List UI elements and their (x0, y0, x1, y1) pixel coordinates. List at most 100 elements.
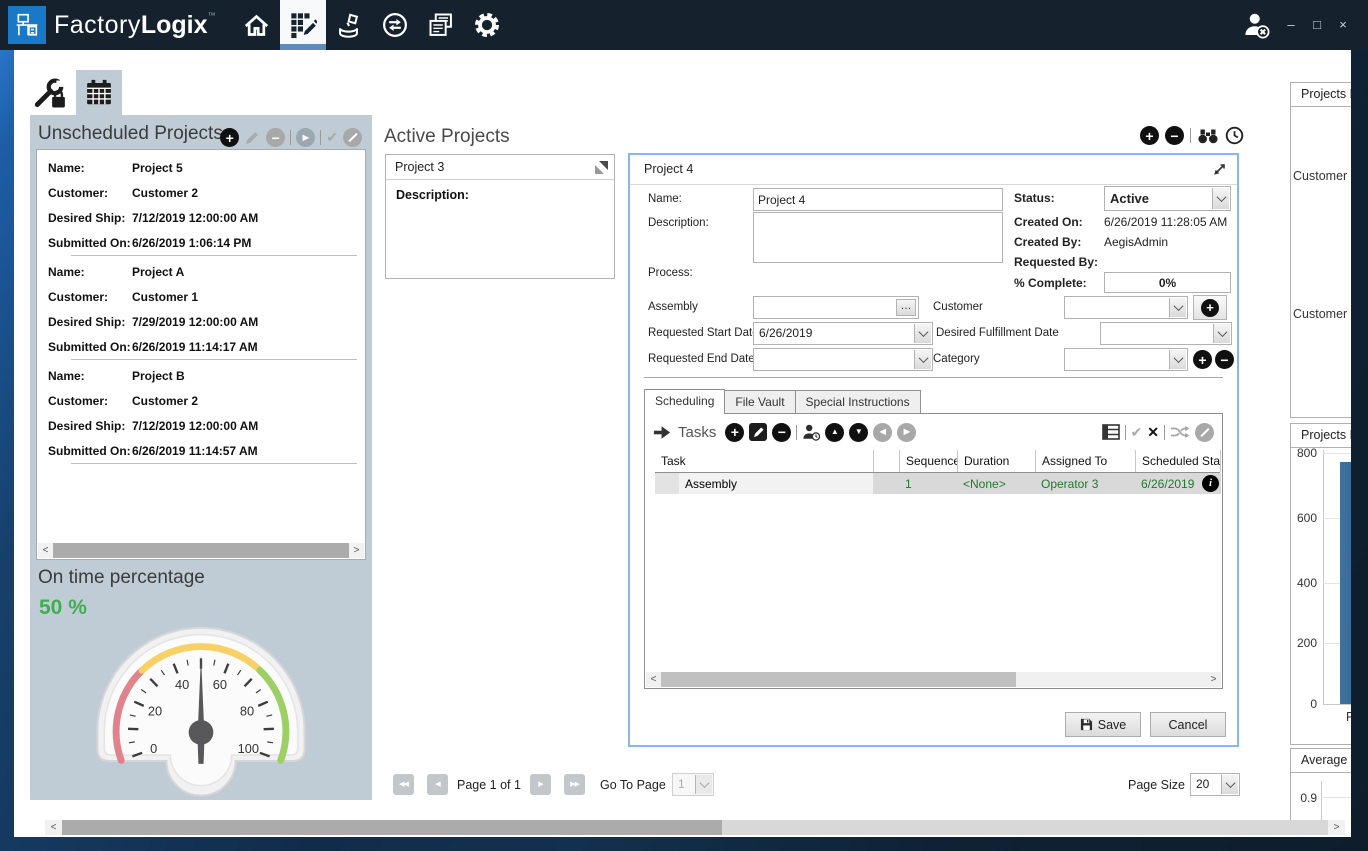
scrollbar-thumb[interactable] (62, 820, 722, 835)
chevron-down-icon[interactable] (1169, 350, 1186, 369)
remove-project-button[interactable]: − (266, 128, 285, 147)
edit-task-button[interactable] (749, 423, 767, 441)
scroll-left-arrow[interactable]: < (45, 820, 62, 835)
history-clock-icon[interactable] (1225, 126, 1244, 145)
chevron-down-icon[interactable] (914, 324, 931, 343)
requested-end-date-picker[interactable] (753, 348, 933, 371)
chevron-down-icon[interactable] (914, 350, 931, 369)
first-page-button[interactable]: ◀◀ (393, 774, 414, 795)
scroll-left-arrow[interactable]: < (646, 672, 661, 687)
column-task[interactable]: Task (655, 450, 873, 472)
add-customer-button[interactable]: + (1193, 295, 1227, 320)
nav-planning-icon[interactable] (280, 0, 326, 50)
scroll-left-arrow[interactable]: < (38, 543, 53, 558)
slash-glyph (1200, 427, 1209, 436)
page-size-select[interactable]: 20 (1190, 773, 1240, 796)
customer-select[interactable] (1064, 296, 1188, 319)
nav-production-icon[interactable] (326, 0, 372, 50)
desired-fulfillment-date-picker[interactable] (1100, 322, 1232, 345)
block-icon[interactable] (1195, 423, 1214, 442)
nav-home-icon[interactable] (234, 0, 280, 50)
list-item-project-b[interactable]: Name:Project B Customer:Customer 2 Desir… (37, 360, 365, 464)
scrollbar-thumb[interactable] (53, 543, 349, 558)
column-chooser-icon[interactable] (1102, 424, 1120, 440)
list-item-project-5[interactable]: Name:Project 5 Customer:Customer 2 Desir… (37, 152, 365, 256)
scroll-right-arrow[interactable]: > (1206, 672, 1221, 687)
average-time-panel-title: Average T (1291, 749, 1351, 773)
list-horizontal-scrollbar[interactable]: < > (38, 543, 364, 558)
browse-button[interactable]: … (896, 299, 916, 316)
tasks-table-header: Task Sequence Duration Assigned To Sched… (655, 450, 1220, 473)
maximize-button[interactable]: □ (1306, 14, 1328, 36)
close-button[interactable]: × (1332, 14, 1354, 36)
logout-icon[interactable] (1236, 0, 1276, 50)
scrollbar-thumb[interactable] (661, 672, 1016, 687)
task-row-assembly[interactable]: Assembly 1 <None> Operator 3 6/26/2019 i (655, 473, 1220, 494)
tab-scheduling-module[interactable] (76, 70, 122, 115)
column-duration[interactable]: Duration (957, 450, 1035, 472)
cancel-edit-icon[interactable]: ✕ (1147, 424, 1159, 441)
previous-page-button[interactable]: ◀ (427, 774, 448, 795)
accept-icon[interactable]: ✔ (326, 129, 338, 146)
row-indent-cell (655, 473, 679, 494)
scroll-right-arrow[interactable]: > (1328, 820, 1345, 835)
move-task-left-button[interactable]: ◀ (873, 423, 892, 442)
assembly-field[interactable]: … (753, 296, 919, 319)
title-bar: FactoryLogix™ (0, 0, 1368, 50)
chevron-down-icon[interactable] (1213, 324, 1230, 343)
cancel-button[interactable]: Cancel (1150, 712, 1226, 737)
project-3-card[interactable]: Project 3 Description: (385, 154, 615, 279)
tasks-horizontal-scrollbar[interactable]: < > (646, 672, 1221, 687)
move-task-up-button[interactable]: ▲ (825, 423, 844, 442)
pin-icon[interactable] (1213, 163, 1225, 181)
minimize-button[interactable]: – (1280, 14, 1302, 36)
column-scheduled-start[interactable]: Scheduled Sta (1135, 450, 1221, 472)
name-field[interactable] (753, 188, 1003, 211)
go-to-page-select[interactable]: 1 (672, 773, 714, 796)
chevron-down-icon[interactable] (1221, 775, 1238, 794)
tab-configuration[interactable] (28, 74, 72, 114)
move-task-down-button[interactable]: ▼ (849, 423, 868, 442)
list-item-project-a[interactable]: Name:Project A Customer:Customer 1 Desir… (37, 256, 365, 360)
category-select[interactable] (1064, 348, 1188, 371)
requested-by-label: Requested By: (1014, 255, 1098, 269)
go-to-page-label: Go To Page (600, 778, 666, 792)
expand-icon[interactable] (595, 161, 608, 179)
confirm-icon[interactable]: ✔ (1131, 424, 1143, 441)
add-task-button[interactable]: + (725, 423, 744, 442)
shuffle-icon[interactable] (1170, 425, 1190, 439)
edit-project-icon[interactable] (244, 129, 261, 146)
info-icon[interactable]: i (1202, 475, 1219, 492)
scroll-right-arrow[interactable]: > (349, 543, 364, 558)
nav-reports-icon[interactable] (418, 0, 464, 50)
column-assigned-to[interactable]: Assigned To (1035, 450, 1135, 472)
requested-start-date-picker[interactable]: 6/26/2019 (753, 322, 933, 345)
description-field[interactable] (753, 212, 1003, 263)
tab-scheduling[interactable]: Scheduling (644, 389, 725, 414)
chevron-down-icon[interactable] (1212, 188, 1229, 209)
nav-settings-icon[interactable] (464, 0, 510, 50)
next-page-button[interactable]: ▶ (530, 774, 551, 795)
nav-transfer-icon[interactable] (372, 0, 418, 50)
gridline (1321, 797, 1351, 798)
tab-file-vault[interactable]: File Vault (725, 390, 795, 414)
add-active-project-button[interactable]: + (1140, 126, 1159, 145)
remove-task-button[interactable]: − (772, 423, 791, 442)
chevron-down-icon[interactable] (1169, 298, 1186, 317)
add-project-button[interactable]: + (220, 128, 239, 147)
save-button[interactable]: Save (1065, 712, 1141, 737)
search-binoculars-icon[interactable] (1197, 127, 1219, 145)
column-sequence[interactable]: Sequence (899, 450, 957, 472)
reject-icon[interactable] (343, 128, 362, 147)
last-page-button[interactable]: ▶▶ (564, 774, 585, 795)
assign-operator-icon[interactable] (802, 423, 820, 441)
column-empty[interactable] (873, 450, 899, 472)
tab-special-instructions[interactable]: Special Instructions (796, 390, 921, 414)
status-select[interactable]: Active (1104, 186, 1231, 211)
remove-active-project-button[interactable]: − (1165, 126, 1184, 145)
remove-category-button[interactable]: − (1215, 350, 1234, 369)
activate-project-button[interactable]: ▶ (296, 128, 315, 147)
main-horizontal-scrollbar[interactable]: < > (45, 820, 1345, 835)
move-task-right-button[interactable]: ▶ (897, 423, 916, 442)
add-category-button[interactable]: + (1193, 350, 1212, 369)
